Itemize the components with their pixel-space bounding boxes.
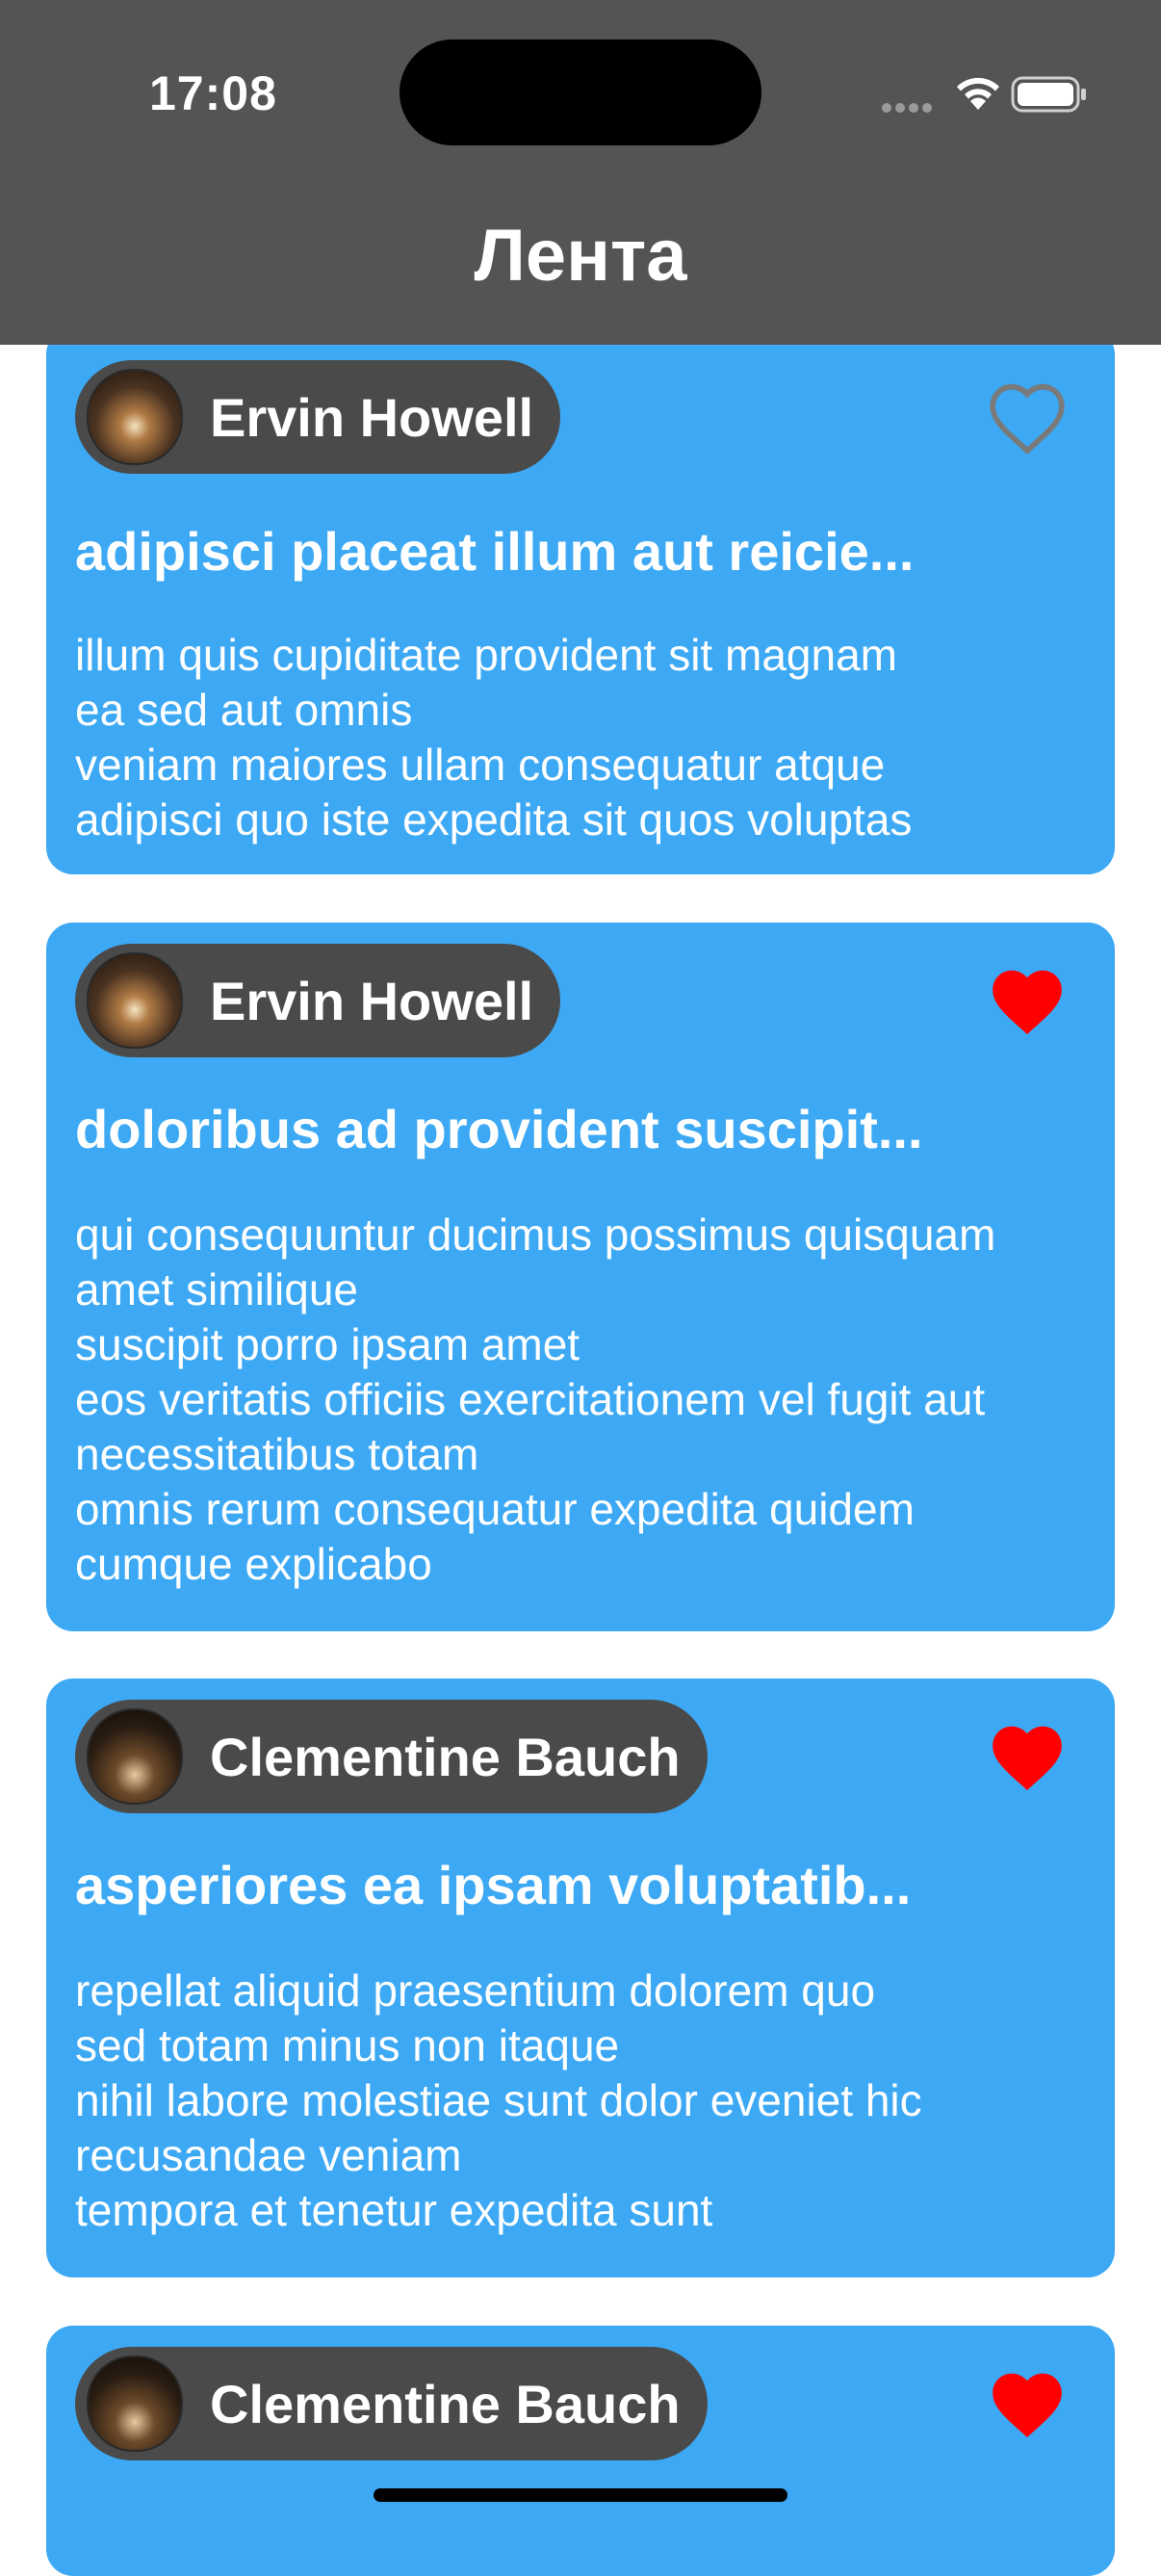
navigation-bar: 17:08 Лента: [0, 0, 1161, 345]
post-body: qui consequuntur ducimus possimus quisqu…: [75, 1210, 996, 1589]
avatar: [87, 2355, 183, 2452]
battery-icon: [1011, 76, 1086, 113]
status-icons: [872, 0, 1161, 193]
post-body: repellat aliquid praesentium dolorem quo…: [75, 1965, 922, 2235]
status-time: 17:08: [149, 66, 277, 120]
post-title: asperiores ea ipsam voluptatib...: [75, 1855, 912, 1915]
post-card[interactable]: Clementine Bauch: [46, 2326, 1115, 2576]
post-body: illum quis cupiditate provident sit magn…: [75, 630, 913, 845]
page-title: Лента: [474, 215, 687, 297]
avatar: [87, 369, 183, 465]
post-card[interactable]: Ervin Howell doloribus ad provident susc…: [46, 923, 1115, 1631]
cellular-signal-icon: [882, 100, 936, 117]
author-name: Ervin Howell: [210, 970, 534, 1031]
heart-filled-icon[interactable]: [986, 1719, 1069, 1796]
heart-outline-icon[interactable]: [986, 379, 1069, 456]
post-title: adipisci placeat illum aut reicie...: [75, 521, 915, 582]
post-title: doloribus ad provident suscipit...: [75, 1099, 923, 1159]
post-card[interactable]: Ervin Howell adipisci placeat illum aut …: [46, 327, 1115, 874]
author-name: Ervin Howell: [210, 386, 534, 448]
author-chip[interactable]: Clementine Bauch: [75, 1700, 708, 1813]
heart-filled-icon[interactable]: [986, 2366, 1069, 2443]
wifi-icon: [957, 77, 999, 110]
heart-filled-icon[interactable]: [986, 963, 1069, 1040]
home-indicator[interactable]: [374, 2488, 787, 2502]
avatar: [87, 1708, 183, 1805]
author-name: Clementine Bauch: [210, 2373, 681, 2434]
author-name: Clementine Bauch: [210, 1726, 681, 1787]
author-chip[interactable]: Clementine Bauch: [75, 2347, 708, 2460]
author-chip[interactable]: Ervin Howell: [75, 360, 561, 474]
post-card[interactable]: Clementine Bauch asperiores ea ipsam vol…: [46, 1678, 1115, 2277]
avatar: [87, 952, 183, 1049]
dynamic-island: [400, 39, 761, 145]
author-chip[interactable]: Ervin Howell: [75, 944, 561, 1057]
